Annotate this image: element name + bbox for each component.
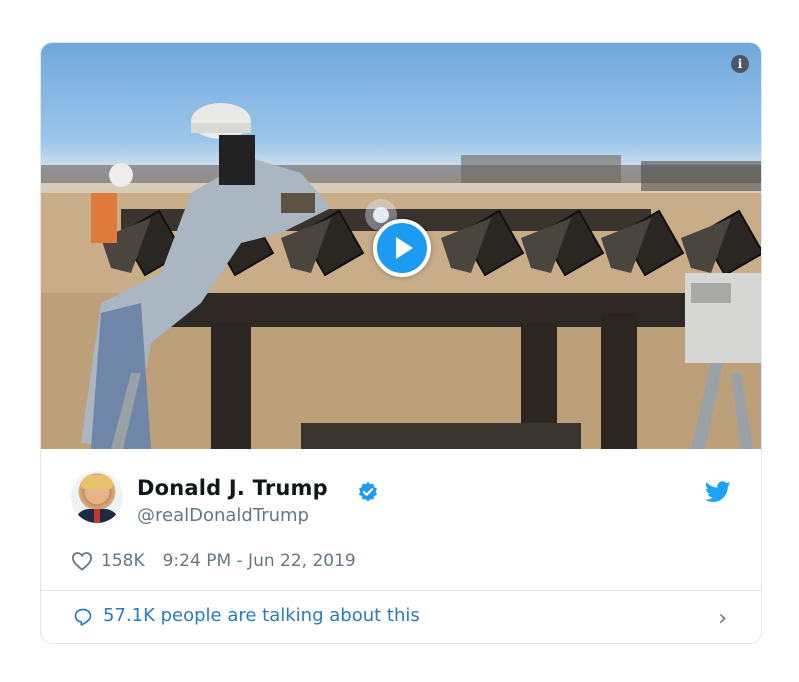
- tweet-header: Donald J. Trump @realDonaldTrump: [41, 449, 761, 541]
- twitter-bird-icon[interactable]: [705, 481, 731, 503]
- tweet-timestamp[interactable]: 9:24 PM - Jun 22, 2019: [163, 551, 356, 571]
- talking-count-text[interactable]: 57.1K people are talking about this: [103, 605, 420, 626]
- heart-icon[interactable]: [71, 551, 93, 571]
- tweet-meta: 158K 9:24 PM - Jun 22, 2019: [71, 547, 356, 575]
- play-button[interactable]: [373, 219, 431, 277]
- tweet-embed-card[interactable]: i Donald J. Trump @realDonaldTrump 158K …: [40, 42, 762, 644]
- display-name[interactable]: Donald J. Trump: [137, 476, 328, 500]
- video-thumbnail[interactable]: i: [41, 43, 761, 449]
- play-icon: [396, 237, 413, 259]
- like-count[interactable]: 158K: [101, 551, 145, 571]
- verified-badge-icon: [359, 481, 377, 502]
- avatar[interactable]: [71, 471, 123, 523]
- info-icon[interactable]: i: [731, 55, 749, 73]
- chevron-right-icon[interactable]: ›: [718, 606, 727, 631]
- conversation-link[interactable]: 57.1K people are talking about this ›: [41, 591, 761, 643]
- speech-bubble-icon: [74, 608, 92, 626]
- user-handle[interactable]: @realDonaldTrump: [137, 505, 309, 526]
